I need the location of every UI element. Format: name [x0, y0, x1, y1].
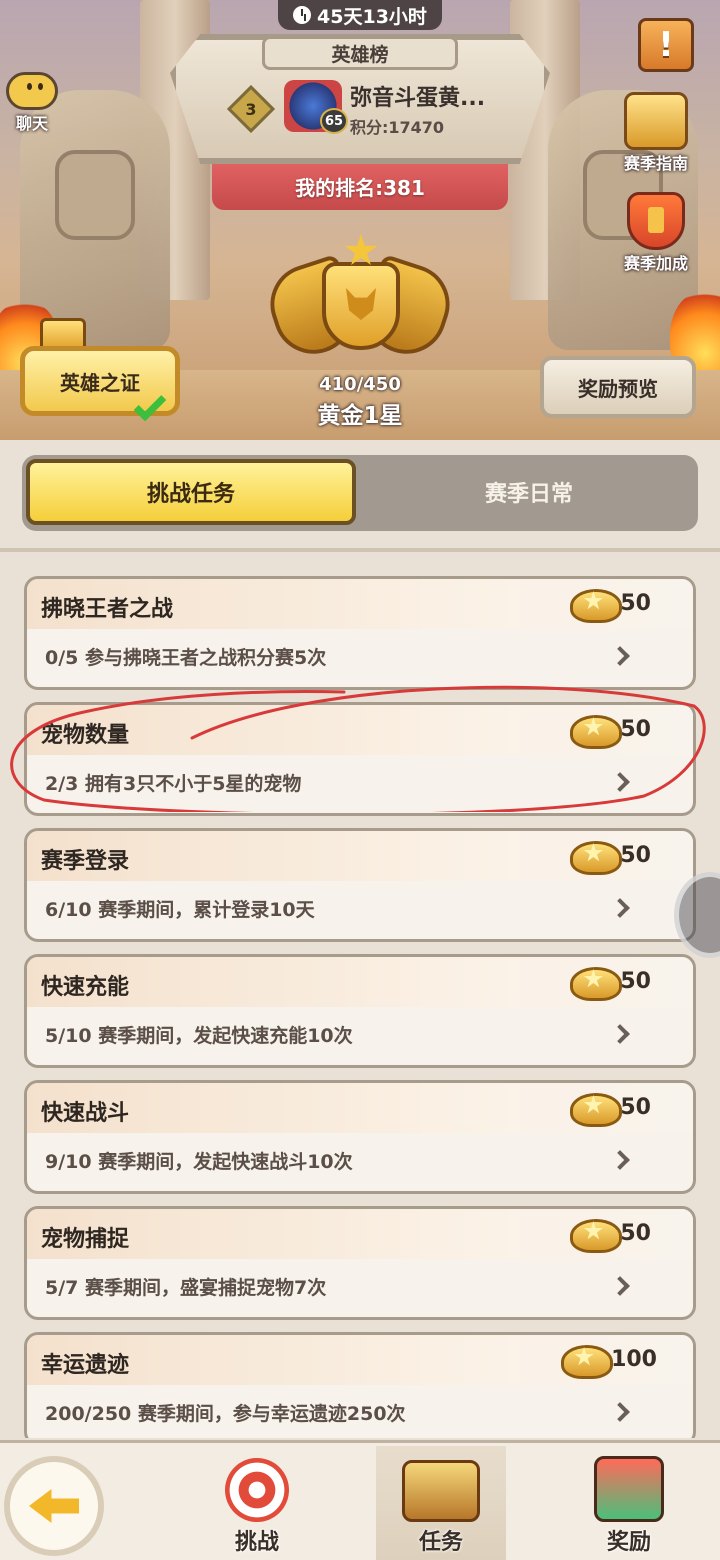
gold-medal-icon — [568, 713, 623, 749]
rank-progress: 410/450 — [319, 374, 401, 395]
clock-icon — [293, 6, 312, 24]
nav-reward-label: 奖励 — [606, 1530, 651, 1555]
season-bonus-label: 赛季加成 — [624, 254, 689, 273]
nav-task-label: 任务 — [418, 1530, 463, 1555]
nav-reward[interactable]: 奖励 — [564, 1446, 694, 1560]
chevron-right-icon — [610, 898, 630, 918]
task-title: 快速战斗 — [41, 1101, 130, 1126]
crown-icon — [624, 92, 688, 150]
chat-icon — [6, 72, 58, 110]
leaderboard-title: 英雄榜 — [262, 36, 458, 70]
task-description: 5/7 赛季期间，盛宴捕捉宠物7次 — [45, 1277, 327, 1299]
task-list[interactable]: 拂晓王者之战 50 0/5 参与拂晓王者之战积分赛5次 宠物数量 50 2/3 … — [0, 548, 720, 1438]
task-description: 9/10 赛季期间，发起快速战斗10次 — [45, 1151, 353, 1173]
player-level-badge: 65 — [320, 108, 348, 134]
chevron-right-icon — [610, 646, 630, 666]
gold-medal-icon — [568, 1091, 623, 1127]
hero-proof-label: 英雄之证 — [60, 370, 140, 395]
player-score: 积分:17470 — [350, 118, 445, 137]
gold-medal-icon — [568, 1217, 623, 1253]
task-card[interactable]: 宠物数量 50 2/3 拥有3只不小于5星的宠物 — [24, 702, 696, 816]
task-reward-amount: 50 — [620, 590, 651, 616]
task-card[interactable]: 宠物捕捉 50 5/7 赛季期间，盛宴捕捉宠物7次 — [24, 1206, 696, 1320]
back-button[interactable] — [4, 1456, 104, 1556]
rank-medal-icon[interactable] — [260, 234, 460, 372]
task-description: 5/10 赛季期间，发起快速充能10次 — [45, 1025, 353, 1047]
task-tabs: 挑战任务 赛季日常 — [22, 455, 698, 531]
task-reward: 50 — [568, 1091, 651, 1127]
gift-icon — [594, 1456, 664, 1522]
season-guide-button[interactable]: 赛季指南 — [624, 92, 688, 174]
task-card[interactable]: 赛季登录 50 6/10 赛季期间，累计登录10天 — [24, 828, 696, 942]
season-timer-text: 45天13小时 — [317, 5, 427, 28]
tab-season-daily[interactable]: 赛季日常 — [364, 459, 694, 525]
scroll-chest-icon — [402, 1460, 480, 1522]
task-reward: 50 — [568, 587, 651, 623]
tab-challenge-tasks[interactable]: 挑战任务 — [26, 459, 356, 525]
task-title: 快速充能 — [41, 975, 130, 1000]
task-reward-amount: 50 — [620, 1094, 651, 1120]
task-card[interactable]: 拂晓王者之战 50 0/5 参与拂晓王者之战积分赛5次 — [24, 576, 696, 690]
task-title: 拂晓王者之战 — [41, 597, 174, 622]
gold-medal-icon — [568, 965, 623, 1001]
task-card[interactable]: 快速战斗 50 9/10 赛季期间，发起快速战斗10次 — [24, 1080, 696, 1194]
task-reward: 50 — [568, 965, 651, 1001]
season-timer: 45天13小时 — [278, 0, 442, 30]
task-description: 2/3 拥有3只不小于5星的宠物 — [45, 773, 302, 795]
nav-task[interactable]: 任务 — [376, 1446, 506, 1560]
chat-button[interactable]: 聊天 — [6, 72, 58, 134]
nav-challenge-label: 挑战 — [234, 1530, 279, 1555]
task-description: 0/5 参与拂晓王者之战积分赛5次 — [45, 647, 327, 669]
chevron-right-icon — [610, 1402, 630, 1422]
task-card[interactable]: 快速充能 50 5/10 赛季期间，发起快速充能10次 — [24, 954, 696, 1068]
player-name: 弥音斗蛋黄... — [350, 86, 486, 111]
chevron-right-icon — [610, 1024, 630, 1044]
task-reward-amount: 50 — [620, 968, 651, 994]
notice-icon: ! — [658, 25, 674, 65]
notice-button[interactable]: ! — [638, 18, 694, 72]
task-title: 赛季登录 — [41, 849, 130, 874]
reward-preview-button[interactable]: 奖励预览 — [540, 356, 696, 418]
task-description: 6/10 赛季期间，累计登录10天 — [45, 899, 315, 921]
gold-medal-icon — [568, 587, 623, 623]
shield-icon — [627, 192, 685, 250]
task-reward: 50 — [568, 1217, 651, 1253]
rank-number: 3 — [245, 99, 257, 119]
chevron-right-icon — [610, 1150, 630, 1170]
task-title: 宠物捕捉 — [41, 1227, 130, 1252]
gold-medal-icon — [568, 839, 623, 875]
task-reward: 50 — [568, 713, 651, 749]
task-reward-amount: 50 — [620, 842, 651, 868]
chevron-right-icon — [610, 772, 630, 792]
my-rank: 我的排名:381 — [295, 176, 425, 200]
gold-medal-icon — [559, 1343, 614, 1379]
arrow-left-icon — [29, 1489, 79, 1523]
rank-tier: 黄金1星 — [317, 403, 403, 429]
task-card[interactable]: 幸运遗迹 100 200/250 赛季期间，参与幸运遗迹250次 — [24, 1332, 696, 1438]
season-guide-label: 赛季指南 — [624, 154, 689, 173]
nav-challenge[interactable]: 挑战 — [192, 1446, 322, 1560]
task-reward: 100 — [559, 1343, 657, 1379]
season-bonus-button[interactable]: 赛季加成 — [624, 192, 688, 274]
task-title: 幸运遗迹 — [41, 1353, 130, 1378]
hero-proof-button[interactable]: 英雄之证 — [20, 346, 180, 422]
chevron-right-icon — [610, 1276, 630, 1296]
reward-preview-label: 奖励预览 — [578, 376, 658, 401]
task-reward-amount: 50 — [620, 716, 651, 742]
task-description: 200/250 赛季期间，参与幸运遗迹250次 — [45, 1403, 406, 1425]
task-reward-amount: 100 — [611, 1346, 657, 1372]
target-icon — [225, 1458, 289, 1522]
chat-label: 聊天 — [15, 114, 48, 133]
task-reward-amount: 50 — [620, 1220, 651, 1246]
task-title: 宠物数量 — [41, 723, 130, 748]
task-reward: 50 — [568, 839, 651, 875]
